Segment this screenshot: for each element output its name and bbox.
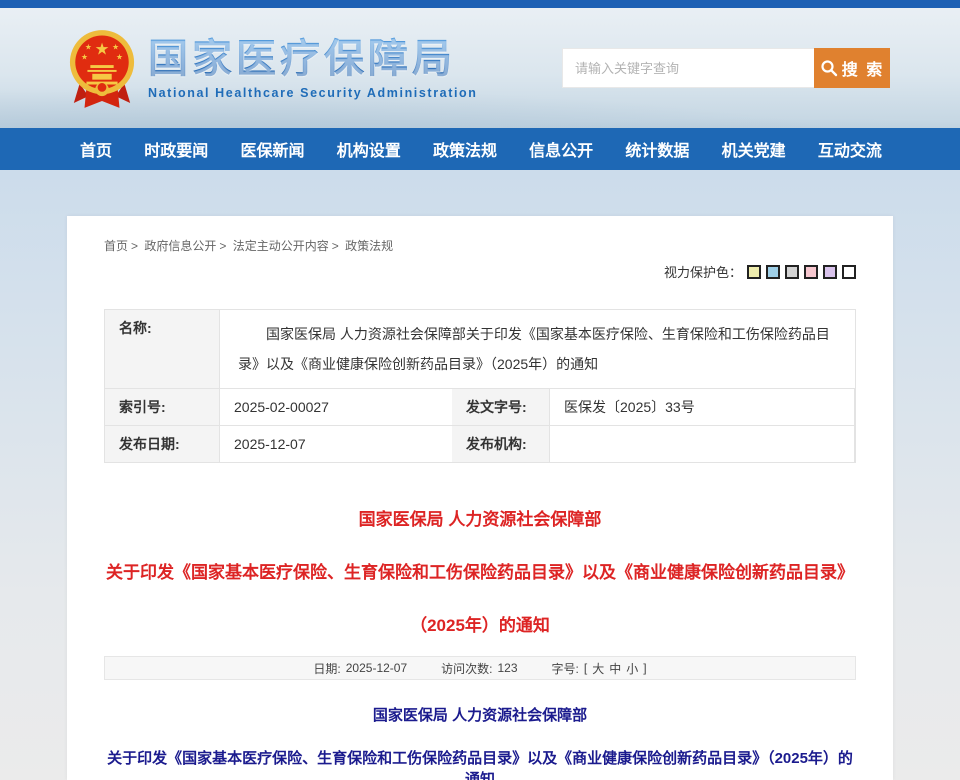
eye-color-swatch-gray[interactable]	[785, 265, 799, 279]
eye-protection-bar: 视力保护色：	[104, 262, 856, 281]
doc-name-value: 国家医保局 人力资源社会保障部关于印发《国家基本医疗保险、生育保险和工伤保险药品…	[220, 310, 855, 389]
doc-puborg-label: 发布机构:	[452, 426, 550, 463]
doc-name-label: 名称:	[105, 310, 220, 389]
breadcrumb-gov-info[interactable]: 政府信息公开	[144, 239, 216, 253]
svg-text:★: ★	[81, 52, 88, 61]
nav-item-organization[interactable]: 机构设置	[337, 137, 401, 161]
meta-visits-value: 123	[497, 661, 517, 675]
fontsize-small-button[interactable]: 小	[626, 660, 638, 677]
meta-fontsize: 字号: [ 大 中 小 ]	[552, 660, 647, 677]
search-input[interactable]	[562, 48, 814, 88]
meta-bracket-close: ]	[643, 661, 646, 675]
brand: ★ ★ ★ ★ ★ 国家医疗保障局 National Healthcare Se…	[68, 25, 478, 111]
top-accent-bar	[0, 0, 960, 8]
search-bar: 搜 索	[562, 48, 890, 88]
nav-item-home[interactable]: 首页	[80, 137, 112, 161]
search-button[interactable]: 搜 索	[814, 48, 890, 88]
article-title-line1: 国家医保局 人力资源社会保障部	[104, 505, 856, 530]
doc-pubdate-label: 发布日期:	[105, 426, 220, 463]
article-subtitle-line1: 国家医保局 人力资源社会保障部	[104, 704, 856, 725]
eye-color-swatch-white[interactable]	[842, 265, 856, 279]
breadcrumb-separator: >	[219, 239, 226, 253]
breadcrumb-home[interactable]: 首页	[104, 239, 128, 253]
eye-color-swatch-yellow[interactable]	[747, 265, 761, 279]
svg-text:★: ★	[95, 40, 110, 58]
eye-color-swatch-pink[interactable]	[804, 265, 818, 279]
document-info-table: 名称: 国家医保局 人力资源社会保障部关于印发《国家基本医疗保险、生育保险和工伤…	[104, 309, 856, 463]
breadcrumb-separator: >	[332, 239, 339, 253]
svg-text:★: ★	[85, 43, 92, 52]
breadcrumb-policy[interactable]: 政策法规	[345, 239, 393, 253]
site-header: ★ ★ ★ ★ ★ 国家医疗保障局 National Healthcare Se…	[0, 8, 960, 128]
fontsize-large-button[interactable]: 大	[592, 660, 604, 677]
eye-protection-label: 视力保护色：	[664, 262, 742, 281]
article-subtitle-line2: 关于印发《国家基本医疗保险、生育保险和工伤保险药品目录》以及《商业健康保险创新药…	[104, 747, 856, 780]
page-background: 首页> 政府信息公开> 法定主动公开内容> 政策法规 视力保护色： 名称: 国家…	[0, 170, 960, 780]
meta-visits: 访问次数: 123	[441, 660, 517, 677]
search-button-label: 搜 索	[842, 56, 884, 80]
article-title-line3: （2025年）的通知	[104, 611, 856, 636]
doc-number-value: 医保发〔2025〕33号	[550, 389, 855, 426]
site-subtitle: National Healthcare Security Administrat…	[148, 86, 478, 100]
nav-item-news[interactable]: 时政要闻	[144, 137, 208, 161]
meta-fontsize-label: 字号:	[552, 660, 579, 677]
nav-item-policy[interactable]: 政策法规	[433, 137, 497, 161]
nav-item-interaction[interactable]: 互动交流	[818, 137, 882, 161]
meta-date-value: 2025-12-07	[346, 661, 407, 675]
main-nav: 首页 时政要闻 医保新闻 机构设置 政策法规 信息公开 统计数据 机关党建 互动…	[0, 128, 960, 170]
doc-pubdate-value: 2025-12-07	[220, 426, 452, 463]
breadcrumb: 首页> 政府信息公开> 法定主动公开内容> 政策法规	[104, 237, 856, 254]
breadcrumb-disclosure-content[interactable]: 法定主动公开内容	[233, 239, 329, 253]
content-panel: 首页> 政府信息公开> 法定主动公开内容> 政策法规 视力保护色： 名称: 国家…	[67, 216, 893, 780]
svg-text:★: ★	[112, 43, 119, 52]
meta-bracket-open: [	[584, 661, 587, 675]
meta-visits-label: 访问次数:	[441, 660, 492, 677]
svg-text:★: ★	[116, 52, 123, 61]
search-icon	[820, 59, 838, 77]
article-meta-bar: 日期: 2025-12-07 访问次数: 123 字号: [ 大 中 小 ]	[104, 656, 856, 680]
doc-puborg-value	[550, 426, 855, 463]
nav-item-info-disclosure[interactable]: 信息公开	[529, 137, 593, 161]
fontsize-medium-button[interactable]: 中	[609, 660, 621, 677]
eye-color-swatch-blue[interactable]	[766, 265, 780, 279]
doc-index-value: 2025-02-00027	[220, 389, 452, 426]
nav-item-statistics[interactable]: 统计数据	[625, 137, 689, 161]
eye-color-swatch-purple[interactable]	[823, 265, 837, 279]
site-title: 国家医疗保障局	[148, 37, 478, 81]
meta-date-label: 日期:	[313, 660, 340, 677]
meta-date: 日期: 2025-12-07	[313, 660, 407, 677]
nav-item-party-building[interactable]: 机关党建	[722, 137, 786, 161]
national-emblem-logo: ★ ★ ★ ★ ★	[68, 25, 136, 111]
doc-index-label: 索引号:	[105, 389, 220, 426]
brand-text: 国家医疗保障局 National Healthcare Security Adm…	[148, 37, 478, 100]
breadcrumb-separator: >	[131, 239, 138, 253]
article-title-line2: 关于印发《国家基本医疗保险、生育保险和工伤保险药品目录》以及《商业健康保险创新药…	[104, 558, 856, 583]
doc-number-label: 发文字号:	[452, 389, 550, 426]
nav-item-medical-news[interactable]: 医保新闻	[240, 137, 304, 161]
